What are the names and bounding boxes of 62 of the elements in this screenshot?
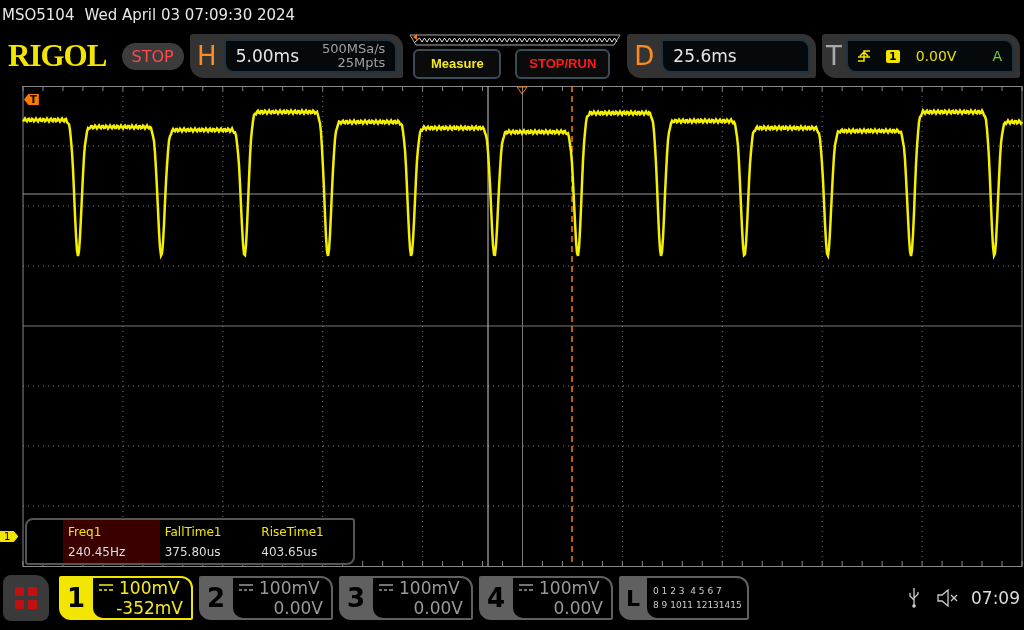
trigger-level: 0.00V xyxy=(915,48,957,64)
channel-number: 2 xyxy=(205,582,227,615)
channel-number: 4 xyxy=(485,582,507,615)
vertical-cursor-line[interactable] xyxy=(487,86,489,567)
model-name: MSO5104 xyxy=(2,6,75,24)
grid-icon xyxy=(14,586,38,610)
channel-offset: 0.00V xyxy=(272,598,323,618)
trigger-source: 1 xyxy=(886,49,900,63)
dc-coupling-icon xyxy=(99,584,113,592)
speaker-muted-icon xyxy=(937,589,959,607)
channel-offset: 0.00V xyxy=(552,598,603,618)
measurement-item[interactable]: Freq1 240.45Hz xyxy=(63,520,160,563)
measurement-item[interactable]: RiseTime1 403.65us xyxy=(256,520,353,563)
horizontal-cursor-line[interactable] xyxy=(22,193,1023,195)
channel-button[interactable]: 1 100mV -352mV xyxy=(59,576,193,620)
measurement-value: 403.65us xyxy=(261,544,319,559)
sample-rate: 500MSa/s xyxy=(321,42,386,56)
dc-coupling-icon xyxy=(519,584,533,592)
measurement-name: FallTime1 xyxy=(164,524,223,539)
channel-number: 1 xyxy=(65,582,87,615)
menu-button[interactable] xyxy=(3,575,49,621)
dc-coupling-icon xyxy=(239,584,253,592)
rising-edge-icon xyxy=(858,49,870,63)
trigger-position-icon xyxy=(516,86,528,95)
measure-button[interactable]: Measure xyxy=(413,48,502,79)
channel-button[interactable]: 4 100mV 0.00V xyxy=(479,576,613,620)
stop-run-button[interactable]: STOP/RUN xyxy=(515,48,611,79)
channel-button[interactable]: 3 100mV 0.00V xyxy=(339,576,473,620)
measurement-value: 240.45Hz xyxy=(68,544,127,559)
channel-scale: 100mV xyxy=(399,578,460,598)
timebase-value: 5.00ms xyxy=(235,46,299,66)
measurement-item[interactable]: FallTime1 375.80us xyxy=(159,520,257,563)
horizontal-label: H xyxy=(195,41,218,71)
trigger-panel[interactable]: T 1 0.00V A xyxy=(822,34,1020,78)
horizontal-panel[interactable]: H 5.00ms 500MSa/s 25Mpts xyxy=(189,34,404,78)
logic-channel-numbers: 0 1 2 3 4 5 6 7 xyxy=(653,586,723,596)
delay-panel[interactable]: D 25.6ms xyxy=(627,34,816,78)
trigger-marker[interactable]: T xyxy=(24,94,39,105)
measurement-value: 375.80us xyxy=(164,544,222,559)
channel-offset: -352mV xyxy=(115,598,183,618)
delay-label: D xyxy=(633,41,656,71)
channel-marker[interactable]: 1 xyxy=(0,531,19,542)
channel-scale: 100mV xyxy=(539,578,600,598)
channel-scale: 100mV xyxy=(259,578,320,598)
logic-label: L xyxy=(625,584,641,613)
channel-button[interactable]: 2 100mV 0.00V xyxy=(199,576,333,620)
measurement-name: RiseTime1 xyxy=(261,524,325,539)
date-time: Wed April 03 07:09:30 2024 xyxy=(84,6,296,24)
measurement-name: Freq1 xyxy=(68,524,103,539)
trigger-label: T xyxy=(826,41,842,71)
memory-depth: 25Mpts xyxy=(337,56,386,70)
channel-offset: 0.00V xyxy=(412,598,463,618)
channel-scale: 100mV xyxy=(119,578,180,598)
brand-logo: RIGOL xyxy=(8,38,108,74)
logic-channel-button[interactable]: L 0 1 2 3 4 5 6 7 8 9 1011 12131415 xyxy=(619,576,749,620)
dc-coupling-icon xyxy=(379,584,393,592)
logic-channel-numbers: 8 9 1011 12131415 xyxy=(653,600,743,610)
channel-number: 3 xyxy=(345,582,367,615)
clock-time: 07:09 xyxy=(971,588,1020,608)
delay-value: 25.6ms xyxy=(673,46,737,66)
usb-icon xyxy=(909,588,919,608)
trigger-mode: A xyxy=(992,48,1002,64)
